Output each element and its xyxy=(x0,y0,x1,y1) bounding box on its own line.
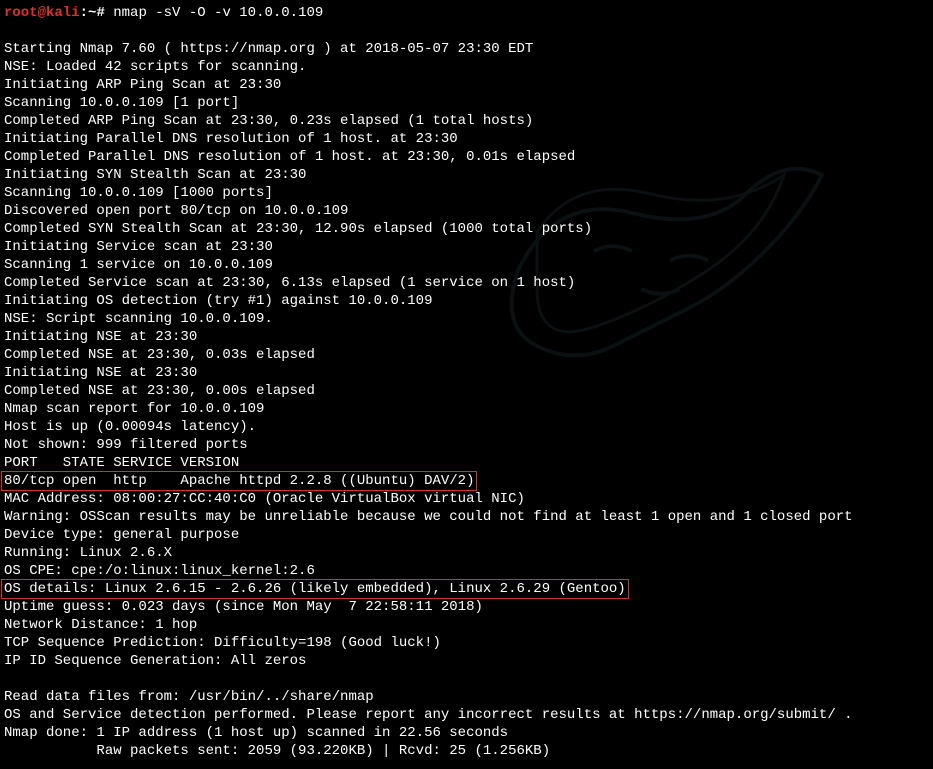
output-line: Initiating NSE at 23:30 xyxy=(4,329,197,345)
output-line: Host is up (0.00094s latency). xyxy=(4,419,256,435)
highlighted-os-line: OS details: Linux 2.6.15 - 2.6.26 (likel… xyxy=(1,579,629,599)
output-line: Scanning 1 service on 10.0.0.109 xyxy=(4,257,273,273)
highlighted-port-line: 80/tcp open http Apache httpd 2.2.8 ((Ub… xyxy=(1,471,477,491)
prompt-hash: # xyxy=(96,5,113,21)
output-line: OS CPE: cpe:/o:linux:linux_kernel:2.6 xyxy=(4,563,315,579)
output-line: Completed Service scan at 23:30, 6.13s e… xyxy=(4,275,575,291)
output-line: MAC Address: 08:00:27:CC:40:C0 (Oracle V… xyxy=(4,491,525,507)
output-line: Completed Parallel DNS resolution of 1 h… xyxy=(4,149,575,165)
output-line: Completed NSE at 23:30, 0.00s elapsed xyxy=(4,383,315,399)
output-line: Completed ARP Ping Scan at 23:30, 0.23s … xyxy=(4,113,533,129)
command-text: nmap -sV -O -v 10.0.0.109 xyxy=(113,5,323,21)
output-line: Scanning 10.0.0.109 [1000 ports] xyxy=(4,185,273,201)
output-line: Initiating NSE at 23:30 xyxy=(4,365,197,381)
output-line: Not shown: 999 filtered ports xyxy=(4,437,248,453)
output-line: Initiating Parallel DNS resolution of 1 … xyxy=(4,131,458,147)
output-line: Discovered open port 80/tcp on 10.0.0.10… xyxy=(4,203,348,219)
terminal-output: root@kali:~# nmap -sV -O -v 10.0.0.109 S… xyxy=(4,4,929,760)
output-line: Initiating Service scan at 23:30 xyxy=(4,239,273,255)
prompt-user: root@kali xyxy=(4,5,80,21)
prompt-colon: : xyxy=(80,5,88,21)
output-line: Nmap scan report for 10.0.0.109 xyxy=(4,401,264,417)
output-line: NSE: Loaded 42 scripts for scanning. xyxy=(4,59,306,75)
output-line: Initiating SYN Stealth Scan at 23:30 xyxy=(4,167,306,183)
output-line: Nmap done: 1 IP address (1 host up) scan… xyxy=(4,725,508,741)
output-line: Scanning 10.0.0.109 [1 port] xyxy=(4,95,239,111)
output-line: Uptime guess: 0.023 days (since Mon May … xyxy=(4,599,483,615)
output-line: Completed NSE at 23:30, 0.03s elapsed xyxy=(4,347,315,363)
output-line: Network Distance: 1 hop xyxy=(4,617,197,633)
output-line: IP ID Sequence Generation: All zeros xyxy=(4,653,306,669)
output-line: TCP Sequence Prediction: Difficulty=198 … xyxy=(4,635,441,651)
output-line: OS and Service detection performed. Plea… xyxy=(4,707,853,723)
output-line: Running: Linux 2.6.X xyxy=(4,545,172,561)
output-line: NSE: Script scanning 10.0.0.109. xyxy=(4,311,273,327)
output-line: Initiating OS detection (try #1) against… xyxy=(4,293,432,309)
output-line: Initiating ARP Ping Scan at 23:30 xyxy=(4,77,281,93)
output-line: Raw packets sent: 2059 (93.220KB) | Rcvd… xyxy=(4,743,550,759)
output-line: Warning: OSScan results may be unreliabl… xyxy=(4,509,853,525)
output-line: Completed SYN Stealth Scan at 23:30, 12.… xyxy=(4,221,592,237)
output-line: Device type: general purpose xyxy=(4,527,239,543)
output-line: Starting Nmap 7.60 ( https://nmap.org ) … xyxy=(4,41,533,57)
output-line: Read data files from: /usr/bin/../share/… xyxy=(4,689,374,705)
output-line: PORT STATE SERVICE VERSION xyxy=(4,455,239,471)
